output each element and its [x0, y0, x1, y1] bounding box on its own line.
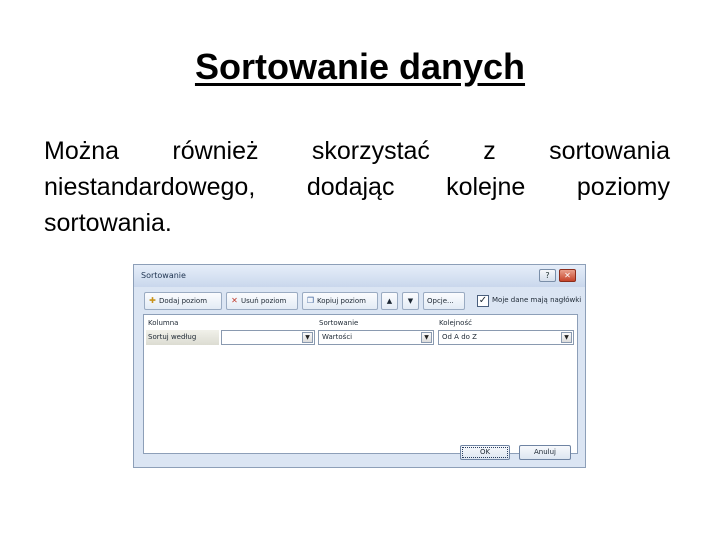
slide-title-text: Sortowanie danych	[194, 46, 526, 87]
column-header-sort-on: Sortowanie	[319, 319, 359, 327]
move-up-button[interactable]: ▲	[381, 292, 398, 310]
delete-icon: ✕	[231, 296, 238, 305]
copy-level-label: Kopiuj poziom	[317, 297, 366, 305]
order-select[interactable]: Od A do Z ▼	[438, 330, 574, 345]
order-value: Od A do Z	[442, 333, 477, 341]
column-header-column: Kolumna	[148, 319, 179, 327]
sort-by-label[interactable]: Sortuj według	[146, 330, 219, 345]
arrow-up-icon: ▲	[386, 297, 393, 305]
dialog-toolbar: ✚ Dodaj poziom ✕ Usuń poziom ❐ Kopiuj pozio…	[140, 291, 582, 311]
dropdown-arrow-icon[interactable]: ▼	[421, 332, 432, 343]
copy-level-button[interactable]: ❐ Kopiuj poziom	[302, 292, 378, 310]
sort-on-select[interactable]: Wartości ▼	[318, 330, 434, 345]
headers-checkbox[interactable]: ✓	[477, 295, 489, 307]
add-level-icon: ✚	[149, 296, 156, 305]
column-header-order: Kolejność	[439, 319, 472, 327]
sort-dialog: Sortowanie ? ✕ ✚ Dodaj poziom ✕ Usuń pozio…	[133, 264, 586, 468]
sort-levels-grid: Kolumna Sortowanie Kolejność Sortuj wedł…	[143, 314, 578, 454]
help-button[interactable]: ?	[539, 269, 556, 282]
add-level-label: Dodaj poziom	[159, 297, 208, 305]
headers-checkbox-label: Moje dane mają nagłówki	[492, 296, 582, 304]
delete-level-button[interactable]: ✕ Usuń poziom	[226, 292, 298, 310]
dialog-titlebar: Sortowanie ? ✕	[134, 265, 585, 287]
close-button[interactable]: ✕	[559, 269, 576, 282]
move-down-button[interactable]: ▼	[402, 292, 419, 310]
slide-body-text: Można również skorzystać z sortowania ni…	[44, 137, 670, 237]
slide-title: Sortowanie danych	[0, 44, 720, 90]
copy-icon: ❐	[306, 296, 315, 305]
options-button[interactable]: Opcje...	[423, 292, 465, 310]
column-select[interactable]: ▼	[221, 330, 315, 345]
sort-level-row: Sortuj według ▼ Wartości ▼ Od A do Z ▼	[144, 329, 577, 346]
sort-on-value: Wartości	[322, 333, 353, 341]
dialog-title: Sortowanie	[141, 271, 186, 280]
dropdown-arrow-icon[interactable]: ▼	[302, 332, 313, 343]
add-level-button[interactable]: ✚ Dodaj poziom	[144, 292, 222, 310]
cancel-button[interactable]: Anuluj	[519, 445, 571, 460]
arrow-down-icon: ▼	[407, 297, 414, 305]
dropdown-arrow-icon[interactable]: ▼	[561, 332, 572, 343]
delete-level-label: Usuń poziom	[241, 297, 287, 305]
ok-button[interactable]: OK	[460, 445, 510, 460]
